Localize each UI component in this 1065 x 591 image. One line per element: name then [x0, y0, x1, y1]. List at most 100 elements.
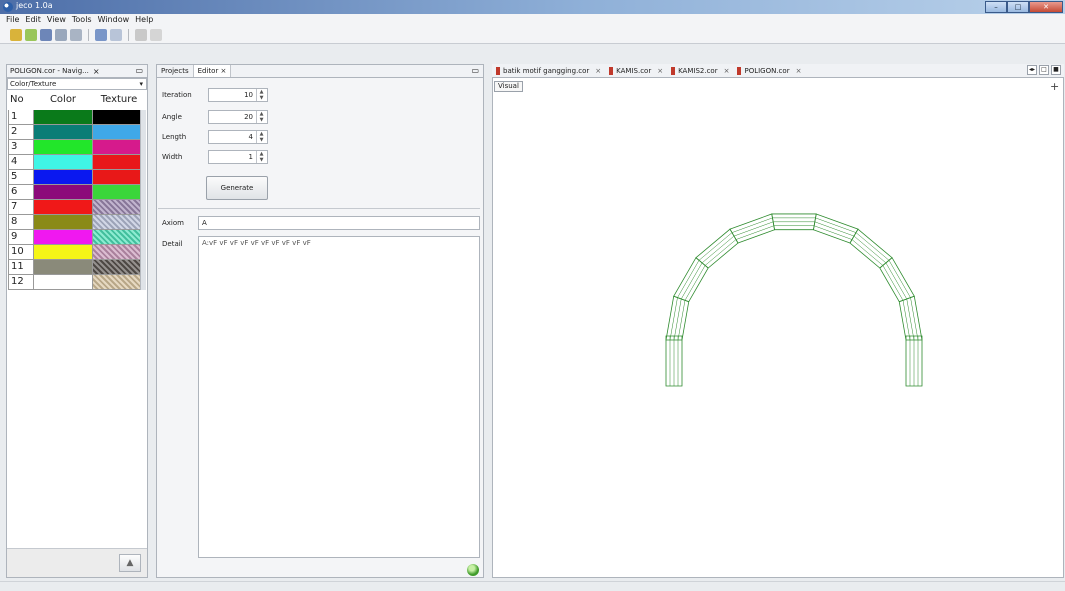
redo-icon[interactable] — [110, 28, 122, 41]
cut-icon[interactable] — [135, 28, 147, 41]
tab-list-icon[interactable]: ◂▸ — [1027, 65, 1037, 75]
row-handle[interactable] — [140, 140, 146, 155]
texture-swatch[interactable] — [92, 275, 140, 290]
length-spinner[interactable]: 4 ▲ ▼ — [208, 130, 268, 144]
minimize-icon[interactable]: ▭ — [135, 66, 143, 75]
width-spinner[interactable]: 1 ▲ ▼ — [208, 150, 268, 164]
axiom-input[interactable]: A — [198, 216, 480, 230]
close-icon[interactable]: ✕ — [1029, 1, 1063, 13]
tab-batik[interactable]: batik motif gangging.cor × — [492, 66, 605, 75]
close-icon[interactable]: × — [657, 67, 663, 75]
spinner-arrows-icon[interactable]: ▲ ▼ — [256, 131, 266, 143]
texture-swatch[interactable] — [92, 155, 140, 170]
color-swatch[interactable] — [34, 215, 92, 230]
menu-edit[interactable]: Edit — [22, 14, 44, 26]
palette-row[interactable]: 9 — [8, 230, 148, 245]
navigator-tab[interactable]: POLIGON.cor - Navig... × ▭ — [6, 64, 148, 78]
color-swatch[interactable] — [34, 110, 92, 125]
color-swatch[interactable] — [34, 170, 92, 185]
row-handle[interactable] — [140, 125, 146, 140]
row-handle[interactable] — [140, 275, 146, 290]
color-swatch[interactable] — [34, 260, 92, 275]
palette-row[interactable]: 3 — [8, 140, 148, 155]
tab-kamis2[interactable]: KAMIS2.cor × — [667, 66, 733, 75]
color-swatch[interactable] — [34, 140, 92, 155]
palette-row[interactable]: 11 — [8, 260, 148, 275]
spinner-arrows-icon[interactable]: ▲ ▼ — [256, 111, 266, 123]
texture-swatch[interactable] — [92, 215, 140, 230]
texture-swatch[interactable] — [92, 245, 140, 260]
texture-swatch[interactable] — [92, 125, 140, 140]
row-handle[interactable] — [140, 230, 146, 245]
palette-row[interactable]: 8 — [8, 215, 148, 230]
close-icon[interactable]: × — [595, 67, 601, 75]
color-swatch[interactable] — [34, 125, 92, 140]
generate-button[interactable]: Generate — [206, 176, 268, 200]
color-swatch[interactable] — [34, 155, 92, 170]
row-handle[interactable] — [140, 215, 146, 230]
palette-row[interactable]: 1 — [8, 110, 148, 125]
tab-kamis[interactable]: KAMIS.cor × — [605, 66, 667, 75]
menu-view[interactable]: View — [44, 14, 69, 26]
maximize-icon[interactable]: ■ — [1051, 65, 1061, 75]
row-handle[interactable] — [140, 110, 146, 125]
minimize-icon[interactable]: – — [985, 1, 1007, 13]
close-icon[interactable]: × — [93, 67, 100, 76]
row-handle[interactable] — [140, 200, 146, 215]
undo-icon[interactable] — [95, 28, 107, 41]
minimize-icon[interactable]: ▭ — [471, 66, 479, 75]
arch-segment-line — [910, 297, 919, 341]
close-icon[interactable]: × — [796, 67, 802, 75]
detail-textarea[interactable]: A:vF vF vF vF vF vF vF vF vF vF — [198, 236, 480, 558]
maximize-icon[interactable]: □ — [1007, 1, 1029, 13]
angle-spinner[interactable]: 20 ▲ ▼ — [208, 110, 268, 124]
palette-row[interactable]: 4 — [8, 155, 148, 170]
row-handle[interactable] — [140, 155, 146, 170]
tab-poligon[interactable]: POLIGON.cor × — [733, 66, 805, 75]
color-swatch[interactable] — [34, 275, 92, 290]
texture-swatch[interactable] — [92, 185, 140, 200]
row-handle[interactable] — [140, 185, 146, 200]
title-bar: jeco 1.0a – □ ✕ — [0, 0, 1065, 14]
palette-row[interactable]: 10 — [8, 245, 148, 260]
spinner-arrows-icon[interactable]: ▲ ▼ — [256, 151, 266, 163]
save-icon[interactable] — [55, 28, 67, 41]
save-all-icon[interactable] — [70, 28, 82, 41]
menu-tools[interactable]: Tools — [69, 14, 95, 26]
menu-file[interactable]: File — [3, 14, 22, 26]
palette-row[interactable]: 7 — [8, 200, 148, 215]
open-icon[interactable] — [40, 28, 52, 41]
view-mode-select[interactable]: Color/Texture ▾ — [7, 78, 147, 90]
tab-projects[interactable]: Projects — [157, 65, 194, 77]
texture-swatch[interactable] — [92, 200, 140, 215]
palette-row[interactable]: 2 — [8, 125, 148, 140]
palette-row[interactable]: 12 — [8, 275, 148, 290]
menu-help[interactable]: Help — [132, 14, 156, 26]
texture-swatch[interactable] — [92, 260, 140, 275]
color-swatch[interactable] — [34, 230, 92, 245]
texture-swatch[interactable] — [92, 230, 140, 245]
palette-row[interactable]: 6 — [8, 185, 148, 200]
new-project-icon[interactable] — [10, 28, 22, 41]
color-swatch[interactable] — [34, 200, 92, 215]
color-swatch[interactable] — [34, 245, 92, 260]
new-file-icon[interactable] — [25, 28, 37, 41]
row-handle[interactable] — [140, 245, 146, 260]
menu-window[interactable]: Window — [95, 14, 133, 26]
row-handle[interactable] — [140, 260, 146, 275]
texture-swatch[interactable] — [92, 140, 140, 155]
palette-row[interactable]: 5 — [8, 170, 148, 185]
axiom-label: Axiom — [162, 219, 184, 227]
tab-editor[interactable]: Editor × — [193, 65, 232, 77]
close-icon[interactable]: × — [724, 67, 730, 75]
restore-icon[interactable]: □ — [1039, 65, 1049, 75]
spinner-arrows-icon[interactable]: ▲ ▼ — [256, 89, 266, 101]
texture-swatch[interactable] — [92, 110, 140, 125]
image-picker-button[interactable]: ▲ — [119, 554, 141, 572]
texture-swatch[interactable] — [92, 170, 140, 185]
row-handle[interactable] — [140, 170, 146, 185]
iteration-spinner[interactable]: 10 ▲ ▼ — [208, 88, 268, 102]
run-icon[interactable] — [150, 28, 162, 41]
arch-segment-line — [704, 239, 737, 266]
color-swatch[interactable] — [34, 185, 92, 200]
